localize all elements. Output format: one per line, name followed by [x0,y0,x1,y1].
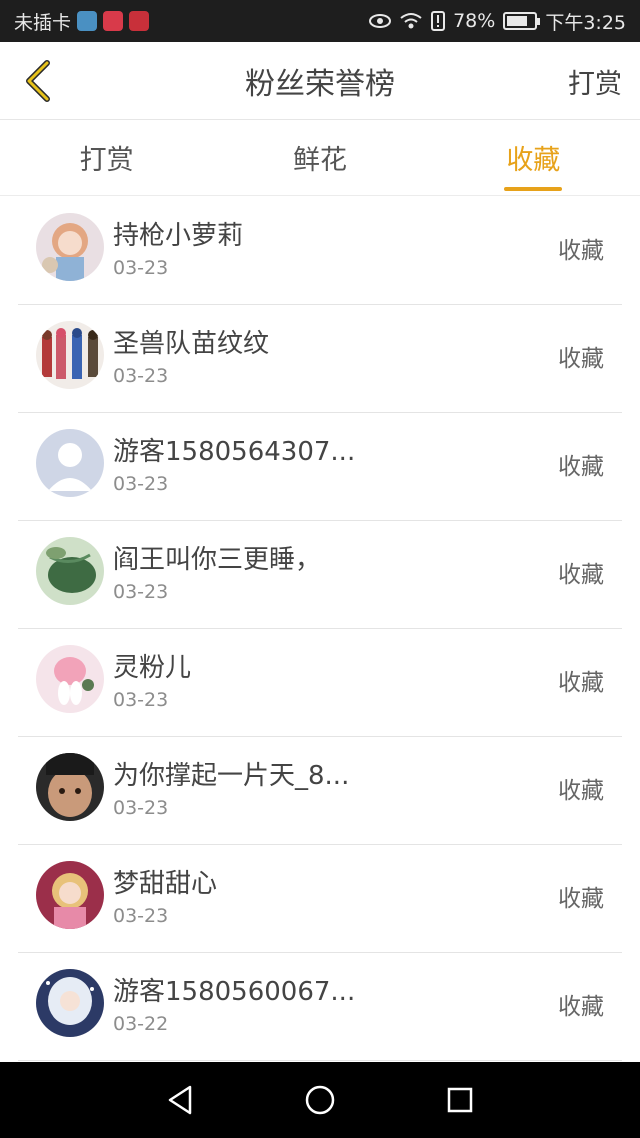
fan-date: 03-22 [113,1013,169,1035]
fan-action-label: 收藏 [558,454,604,480]
fan-name: 灵粉儿 [113,653,192,683]
battery-percent: 78% [453,10,496,32]
fan-name: 梦甜甜心 [113,869,218,899]
pink-anime-avatar [36,861,104,929]
leaf-avatar [36,537,104,605]
tab-label: 打赏 [79,145,134,176]
fan-action-label: 收藏 [558,886,604,912]
fan-action-label: 收藏 [558,778,604,804]
fan-name: 圣兽队苗纹纹 [113,329,270,359]
eye-icon [369,14,392,28]
group-figures-avatar [36,321,104,389]
fan-action-label: 收藏 [558,346,604,372]
tab-label: 收藏 [506,145,561,176]
nav-home-button[interactable] [250,1062,390,1138]
tab-reward[interactable]: 打赏 [0,120,213,195]
fan-date: 03-23 [113,797,169,819]
fan-name: 为你撑起一片天_8... [113,761,350,791]
list-item[interactable]: 灵粉儿 03-23 收藏 [18,629,622,737]
fan-date: 03-23 [113,581,169,603]
tab-bar: 打赏 鲜花 收藏 [0,120,640,196]
list-item[interactable]: 阎王叫你三更睡， 03-23 收藏 [18,521,622,629]
tab-favorites[interactable]: 收藏 [427,120,640,195]
tab-label: 鲜花 [292,145,347,176]
fan-action-label: 收藏 [558,562,604,588]
list-item[interactable]: 游客1580560067... 03-22 收藏 [18,953,622,1061]
reward-button[interactable]: 打赏 [568,62,622,101]
list-item[interactable]: 圣兽队苗纹纹 03-23 收藏 [18,305,622,413]
square-recents-icon [447,1087,473,1113]
fan-date: 03-23 [113,905,169,927]
fan-date: 03-23 [113,257,169,279]
nav-recents-button[interactable] [390,1062,530,1138]
list-item[interactable]: 游客1580564307... 03-23 收藏 [18,413,622,521]
fan-list: 持枪小萝莉 03-23 收藏 圣兽队苗纹纹 03-23 收藏 游客1580564… [0,197,640,1061]
sim-alert-icon [431,11,446,31]
book-notification-icon [129,11,150,31]
bunny-girl-avatar [36,645,104,713]
fan-action-label: 收藏 [558,670,604,696]
fan-name: 游客1580560067... [113,977,356,1007]
triangle-back-icon [168,1085,192,1115]
page-title: 粉丝荣誉榜 [245,66,395,102]
status-bar: 未插卡 78% 下午3:25 [0,0,640,42]
header-bar: 粉丝荣誉榜 打赏 [0,42,640,120]
circle-home-icon [305,1085,335,1115]
fan-action-label: 收藏 [558,994,604,1020]
fan-date: 03-23 [113,365,169,387]
child-photo-avatar [36,753,104,821]
system-nav-bar [0,1062,640,1138]
list-item[interactable]: 为你撑起一片天_8... 03-23 收藏 [18,737,622,845]
anime-girl-avatar [36,213,104,281]
nav-back-button[interactable] [110,1062,250,1138]
app-notification-icon [77,11,98,31]
white-hair-anime-avatar [36,969,104,1037]
tab-flowers[interactable]: 鲜花 [213,120,426,195]
active-tab-indicator [504,187,563,191]
fan-name: 阎王叫你三更睡， [113,545,322,575]
fan-name: 持枪小萝莉 [113,221,244,251]
back-button[interactable] [12,54,62,108]
list-item[interactable]: 梦甜甜心 03-23 收藏 [18,845,622,953]
fan-name: 游客1580564307... [113,437,356,467]
chevron-left-icon [26,60,50,102]
fan-date: 03-23 [113,473,169,495]
battery-icon [503,12,541,30]
mall-notification-icon [103,11,124,31]
wifi-icon [400,13,422,29]
list-item[interactable]: 持枪小萝莉 03-23 收藏 [18,197,622,305]
clock: 下午3:25 [545,11,626,34]
carrier-text: 未插卡 [14,11,72,34]
fan-date: 03-23 [113,689,169,711]
default-user-avatar [36,429,104,497]
fan-action-label: 收藏 [558,238,604,264]
